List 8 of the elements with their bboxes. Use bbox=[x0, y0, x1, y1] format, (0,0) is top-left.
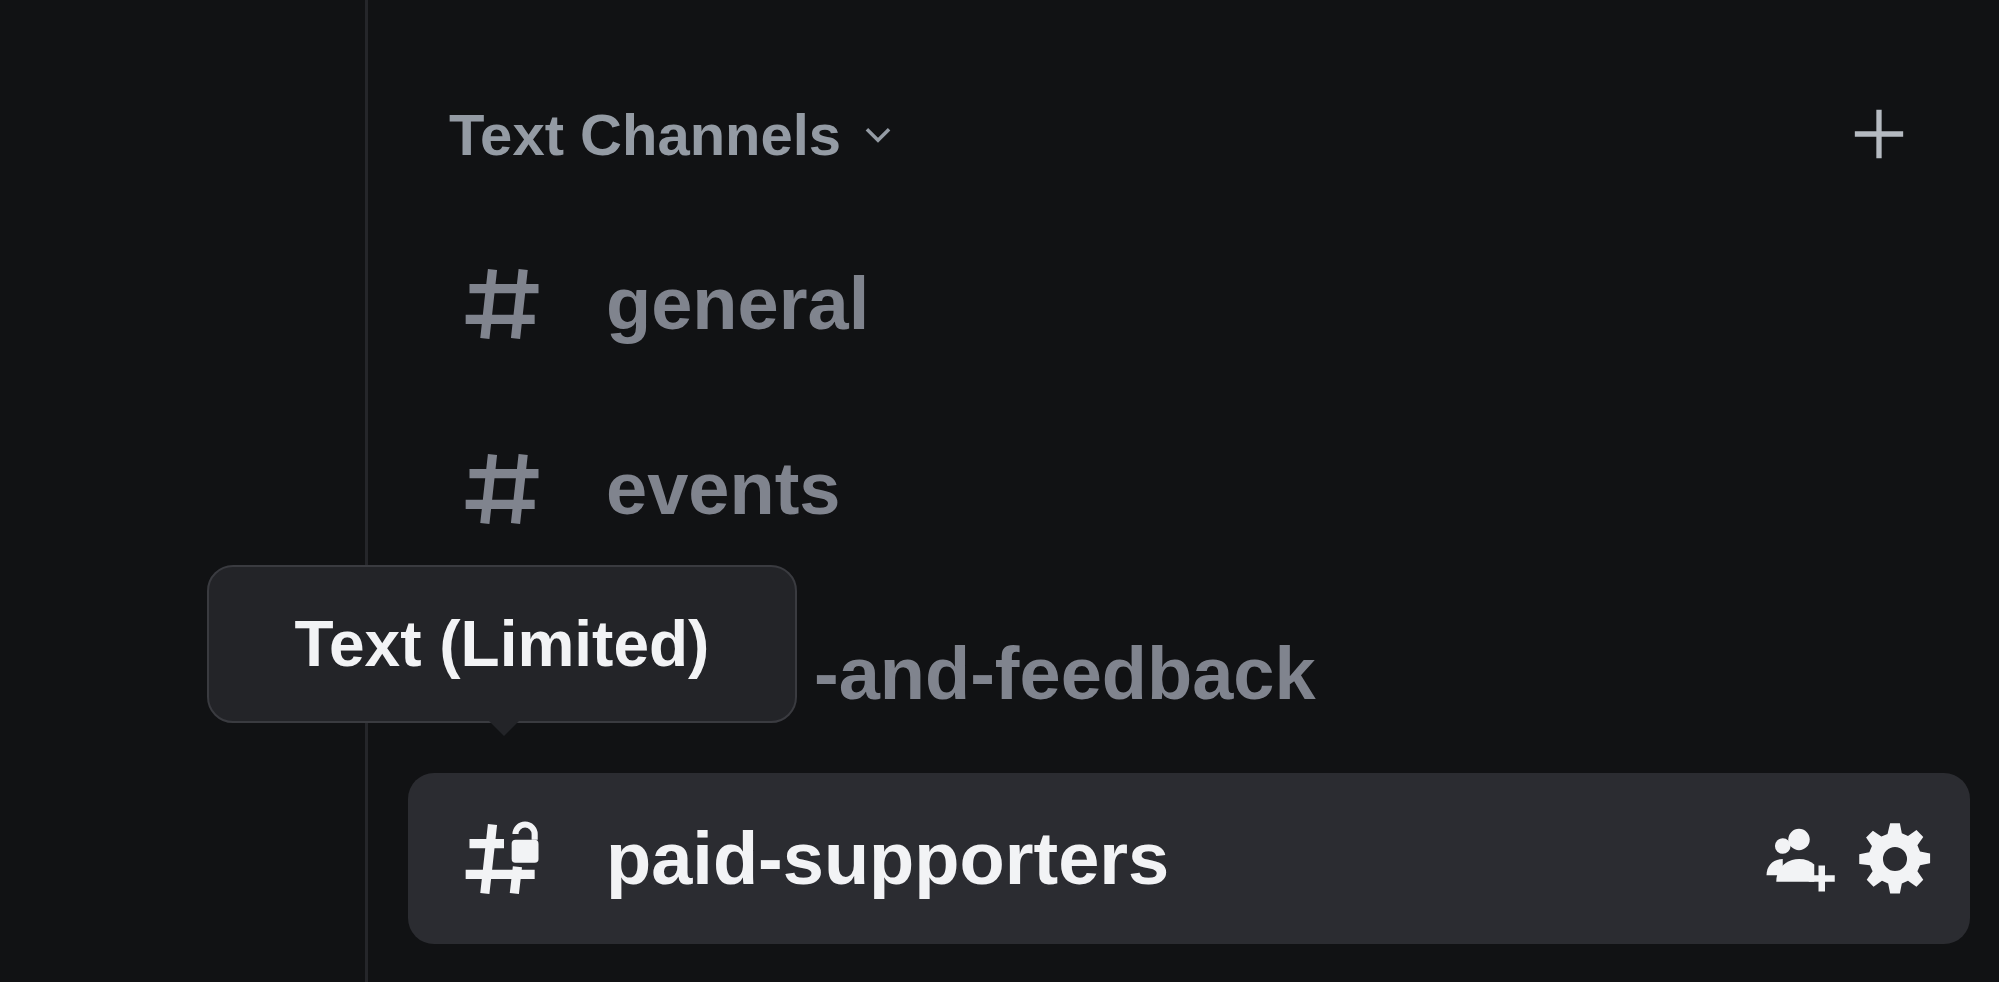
channel-name: general bbox=[606, 261, 870, 346]
tooltip-text: Text (Limited) bbox=[294, 607, 710, 681]
channel-name: paid-supporters bbox=[606, 816, 1170, 901]
channel-item[interactable]: paid-supporters bbox=[408, 773, 1970, 944]
channel-item[interactable]: general bbox=[408, 218, 1970, 389]
channel-item[interactable]: events bbox=[408, 403, 1970, 574]
category-title[interactable]: Text Channels bbox=[449, 100, 842, 168]
channel-name: events bbox=[606, 446, 841, 531]
